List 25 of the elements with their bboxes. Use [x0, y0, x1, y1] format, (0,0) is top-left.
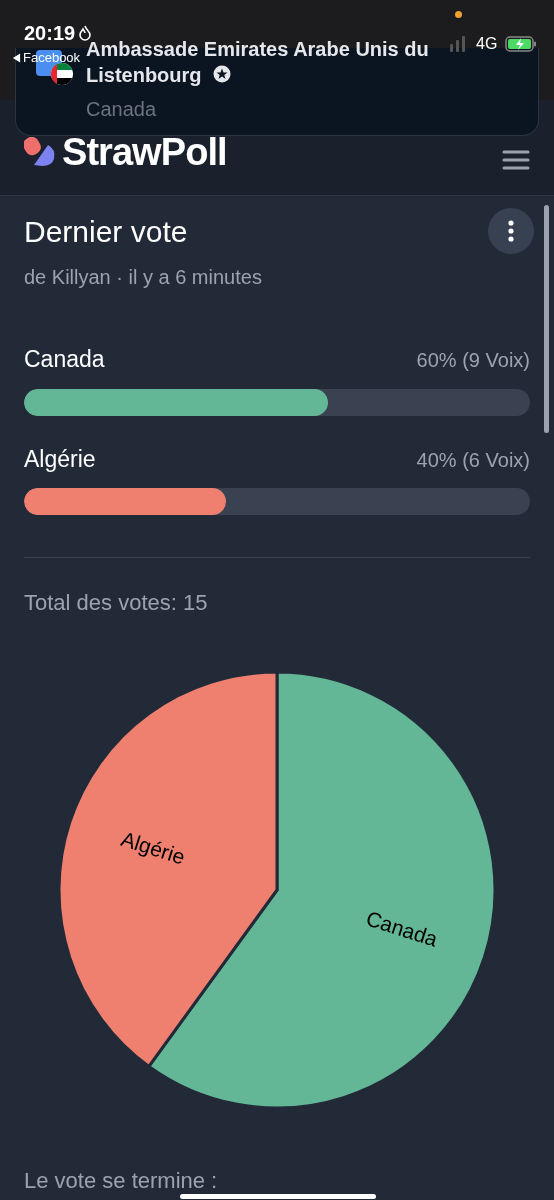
flame-icon: [79, 25, 92, 41]
menu-icon[interactable]: [502, 149, 530, 171]
end-label: Le vote se termine :: [24, 1169, 219, 1193]
logo-text: StrawPoll: [62, 133, 227, 171]
slice-label: Canada: [363, 906, 441, 951]
network-label: 4G: [476, 34, 498, 54]
more-icon: [508, 220, 514, 242]
back-arrow-icon: [12, 51, 21, 64]
battery-icon: [505, 36, 538, 52]
option-result: 40% (6 Voix): [416, 447, 530, 473]
slice-label: Algérie: [118, 826, 188, 869]
notification-title: Listenbourg: [86, 63, 202, 88]
star-badge-icon: [213, 65, 231, 83]
poll-subtitle: de Killyan · il y a 6 minutes: [24, 265, 263, 290]
privacy-indicator: [455, 11, 462, 18]
notification-title: Ambassade Emirates Arabe Unis du: [86, 37, 429, 62]
option-result: 60% (9 Voix): [416, 348, 530, 373]
status-time: 20:19: [24, 21, 76, 46]
poll-title: Dernier vote: [24, 213, 188, 250]
option-label: Algérie: [24, 444, 96, 474]
signal-icon: [448, 36, 468, 52]
notification-message: Canada: [86, 97, 157, 122]
more-button[interactable]: [488, 208, 534, 254]
vote-total: Total des votes: 15: [24, 589, 209, 617]
option-label: Canada: [24, 345, 105, 374]
